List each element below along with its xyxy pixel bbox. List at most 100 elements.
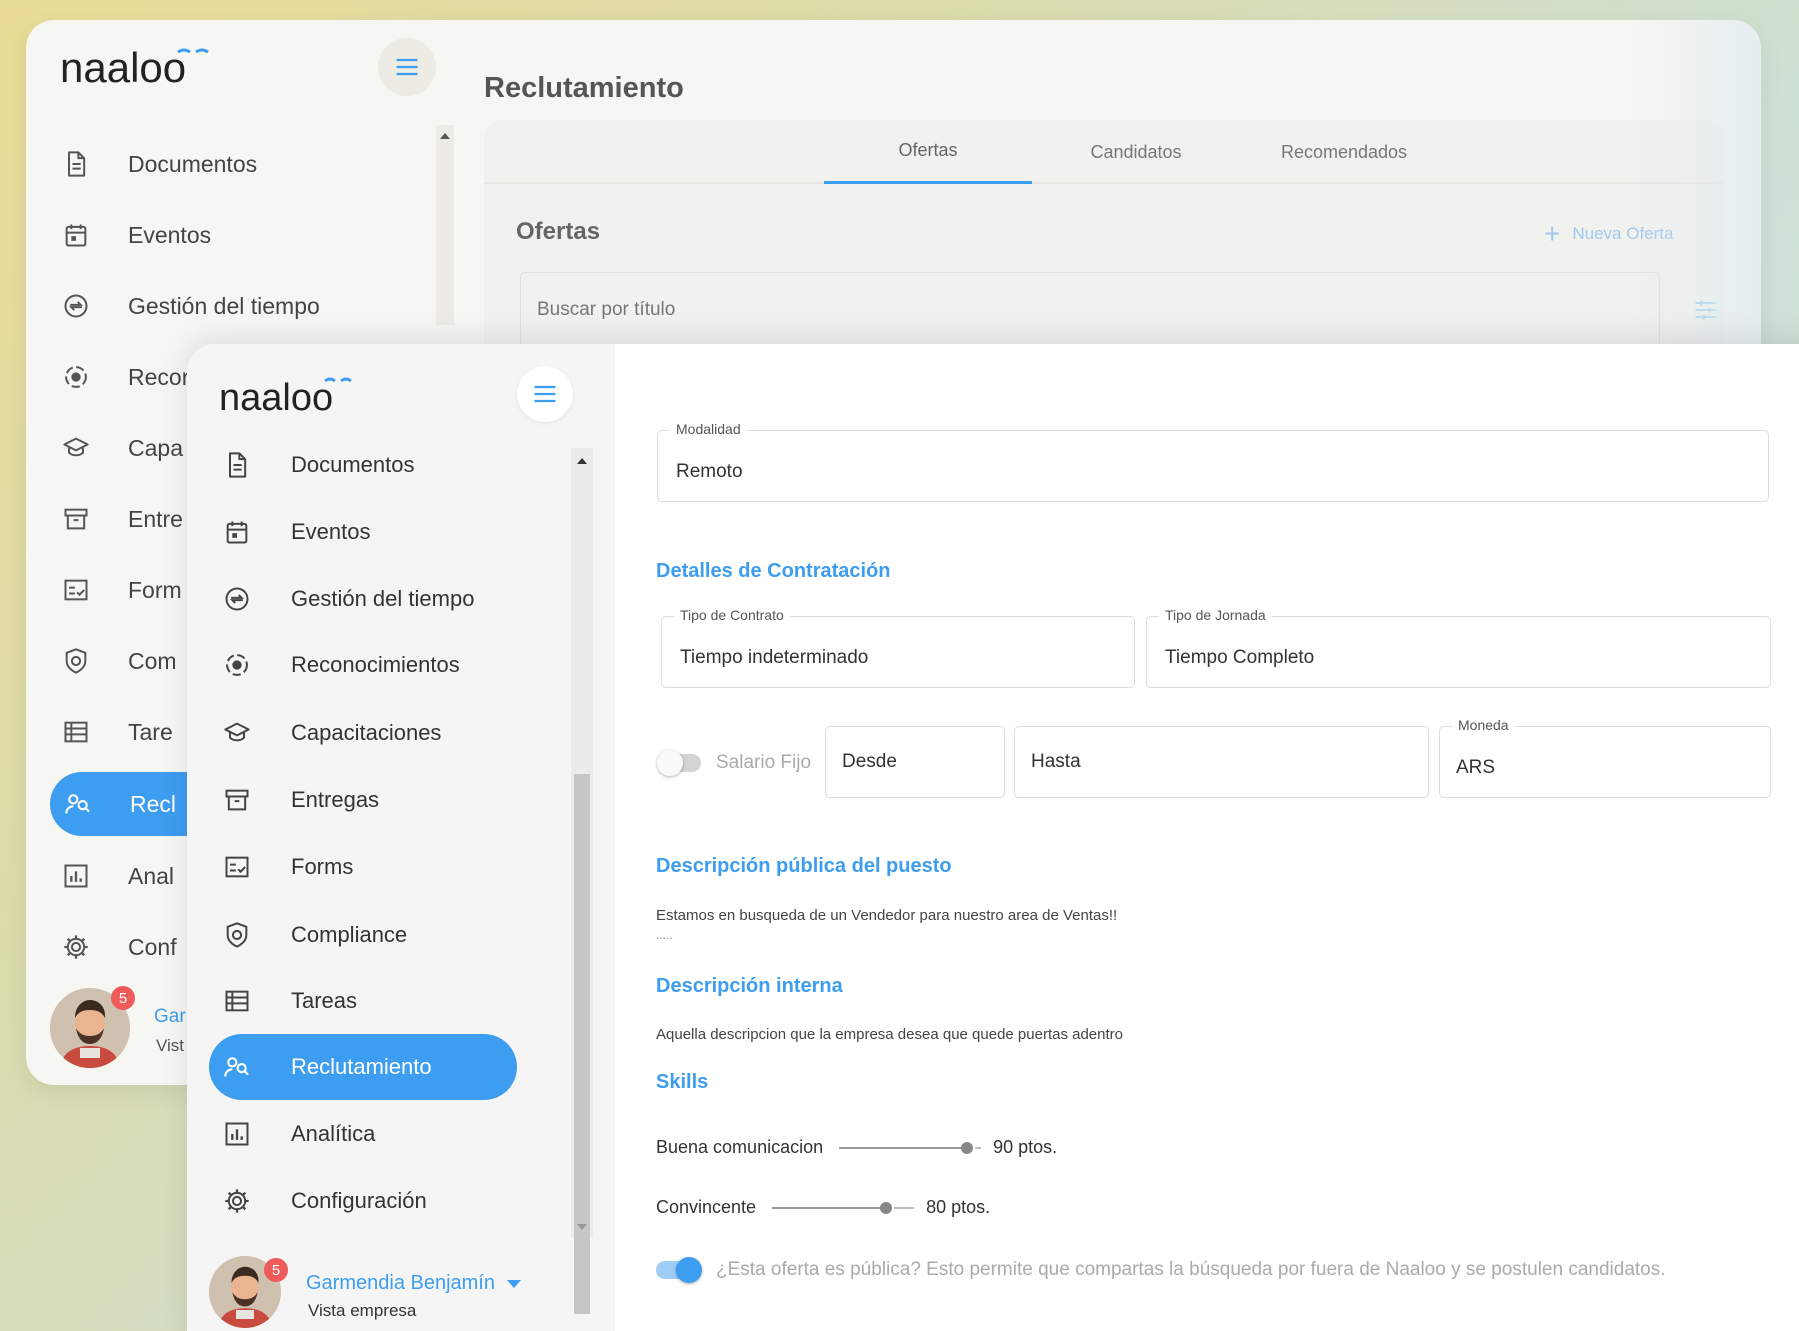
sidebar-item-label: Documentos bbox=[291, 452, 415, 477]
sidebar-scrollbar[interactable] bbox=[571, 448, 593, 1314]
sidebar-item-analitica[interactable]: Analítica bbox=[209, 1101, 517, 1167]
public-description-title: Descripción pública del puesto bbox=[656, 855, 952, 877]
public-offer-toggle[interactable] bbox=[656, 1257, 702, 1283]
field-value: ARS bbox=[1456, 757, 1496, 778]
sidebar: naaloo Documentos Eventos Gestión del ti… bbox=[187, 344, 615, 1331]
notification-badge: 5 bbox=[111, 986, 135, 1010]
hamburger-icon bbox=[393, 53, 421, 81]
user-name[interactable]: Gar bbox=[154, 1006, 186, 1028]
tab-ofertas[interactable]: Ofertas bbox=[824, 120, 1032, 184]
sidebar-item-compliance[interactable]: Compliance bbox=[209, 902, 517, 968]
sidebar-item-entregas[interactable]: Entregas bbox=[209, 767, 517, 833]
sidebar-item-documentos[interactable]: Documentos bbox=[62, 132, 257, 196]
sidebar-item-label: Documentos bbox=[128, 150, 258, 177]
shield-icon bbox=[223, 921, 251, 949]
input-placeholder: Hasta bbox=[1031, 751, 1081, 772]
menu-toggle-button[interactable] bbox=[517, 366, 573, 422]
slider-thumb[interactable] bbox=[961, 1141, 974, 1154]
skill-points: 80 ptos. bbox=[926, 1197, 991, 1217]
checklist-icon bbox=[62, 576, 90, 604]
analytics-icon bbox=[62, 862, 90, 890]
notification-badge: 5 bbox=[264, 1258, 288, 1282]
section-title: Ofertas bbox=[516, 218, 601, 245]
field-label: Tipo de Jornada bbox=[1159, 607, 1272, 623]
sidebar-item-analitica[interactable]: Anal bbox=[62, 844, 174, 908]
user-name: Garmendia Benjamín bbox=[306, 1272, 495, 1294]
plus-icon: + bbox=[1544, 218, 1561, 249]
archive-box-icon bbox=[62, 505, 90, 533]
list-icon bbox=[223, 987, 251, 1015]
sidebar-item-forms[interactable]: Form bbox=[62, 558, 182, 622]
contract-type-select[interactable]: Tipo de Contrato Tiempo indeterminado bbox=[661, 607, 1135, 688]
sidebar-item-label: Forms bbox=[291, 854, 354, 879]
sidebar-item-capacitaciones[interactable]: Capacitaciones bbox=[209, 700, 517, 766]
public-description-more: ..... bbox=[656, 928, 673, 942]
sidebar-item-label: Tareas bbox=[291, 988, 358, 1013]
hiring-details-title: Detalles de Contratación bbox=[656, 560, 891, 582]
tab-recomendados[interactable]: Recomendados bbox=[1240, 120, 1448, 184]
recognition-icon bbox=[223, 651, 251, 679]
sidebar-item-label: Compliance bbox=[291, 922, 408, 947]
sidebar-item-tareas[interactable]: Tare bbox=[62, 700, 173, 764]
gear-icon bbox=[62, 933, 90, 961]
menu-toggle-button[interactable] bbox=[378, 38, 436, 96]
workday-type-select[interactable]: Tipo de Jornada Tiempo Completo bbox=[1146, 607, 1771, 688]
field-label: Moneda bbox=[1452, 717, 1515, 733]
skill-slider[interactable] bbox=[839, 1141, 982, 1155]
scroll-down-arrow[interactable] bbox=[577, 1224, 587, 1230]
user-menu[interactable]: Garmendia Benjamín bbox=[306, 1272, 521, 1295]
sidebar-item-label: Form bbox=[128, 576, 182, 603]
sidebar-item-gestion-tiempo[interactable]: Gestión del tiempo bbox=[62, 274, 320, 338]
slider-fill bbox=[839, 1146, 968, 1149]
sidebar-scrollbar[interactable] bbox=[436, 125, 454, 325]
skill-row: Buena comunicacion 90 ptos. bbox=[656, 1137, 1057, 1158]
sidebar-item-compliance[interactable]: Com bbox=[62, 629, 177, 693]
sidebar-item-forms[interactable]: Forms bbox=[209, 834, 517, 900]
sidebar-item-label: Recl bbox=[130, 790, 177, 817]
sidebar-item-documentos[interactable]: Documentos bbox=[209, 432, 517, 498]
sidebar-item-entregas[interactable]: Entre bbox=[62, 487, 183, 551]
time-exchange-icon bbox=[62, 292, 90, 320]
hamburger-icon bbox=[531, 380, 559, 408]
currency-select[interactable]: Moneda ARS bbox=[1439, 717, 1771, 798]
sidebar-item-label: Capacitaciones bbox=[291, 720, 442, 745]
skill-name: Convincente bbox=[656, 1197, 757, 1217]
modalidad-select[interactable]: Modalidad Remoto bbox=[657, 421, 1769, 502]
sidebar-item-reclutamiento[interactable]: Reclutamiento bbox=[209, 1034, 517, 1100]
field-value: Tiempo indeterminado bbox=[680, 647, 869, 668]
recognition-icon bbox=[62, 363, 90, 391]
scrollbar-thumb[interactable] bbox=[574, 774, 590, 1314]
sidebar-item-label: Gestión del tiempo bbox=[291, 586, 475, 611]
naaloo-logo: naaloo bbox=[60, 42, 230, 95]
archive-box-icon bbox=[223, 786, 251, 814]
sidebar-item-reconocimientos[interactable]: Reconocimientos bbox=[209, 632, 517, 698]
sidebar-item-capacitaciones[interactable]: Capa bbox=[62, 416, 183, 480]
sidebar-item-gestion-tiempo[interactable]: Gestión del tiempo bbox=[209, 566, 517, 632]
fixed-salary-toggle[interactable] bbox=[657, 750, 701, 776]
skills-title: Skills bbox=[656, 1071, 709, 1093]
slider-thumb[interactable] bbox=[880, 1201, 893, 1214]
sidebar-item-eventos[interactable]: Eventos bbox=[209, 499, 517, 565]
internal-description-text[interactable]: Aquella descripcion que la empresa desea… bbox=[656, 1026, 1123, 1043]
search-input[interactable]: Buscar por título bbox=[520, 272, 1660, 348]
tab-candidatos[interactable]: Candidatos bbox=[1032, 120, 1240, 184]
skill-slider[interactable] bbox=[772, 1201, 915, 1215]
svg-text:naaloo: naaloo bbox=[60, 44, 186, 90]
salary-to-input[interactable]: Hasta bbox=[1014, 726, 1429, 798]
calendar-icon bbox=[223, 518, 251, 546]
svg-text:naaloo: naaloo bbox=[219, 377, 333, 416]
calendar-icon bbox=[62, 221, 90, 249]
sidebar-item-reconocimientos[interactable]: Recor bbox=[62, 345, 189, 409]
sidebar-item-configuracion[interactable]: Configuración bbox=[209, 1168, 517, 1234]
sidebar-item-configuracion[interactable]: Conf bbox=[62, 915, 177, 979]
scroll-up-arrow[interactable] bbox=[577, 458, 587, 464]
sidebar-item-eventos[interactable]: Eventos bbox=[62, 203, 211, 267]
foreground-app-window: naaloo Documentos Eventos Gestión del ti… bbox=[187, 344, 1799, 1331]
graduation-cap-icon bbox=[62, 434, 90, 462]
sidebar-item-label: Reclutamiento bbox=[291, 1054, 432, 1079]
salary-from-input[interactable]: Desde bbox=[825, 726, 1005, 798]
sidebar-item-tareas[interactable]: Tareas bbox=[209, 968, 517, 1034]
public-description-text[interactable]: Estamos en busqueda de un Vendedor para … bbox=[656, 907, 1117, 924]
recruitment-icon bbox=[223, 1053, 251, 1081]
slider-fill bbox=[772, 1206, 887, 1209]
